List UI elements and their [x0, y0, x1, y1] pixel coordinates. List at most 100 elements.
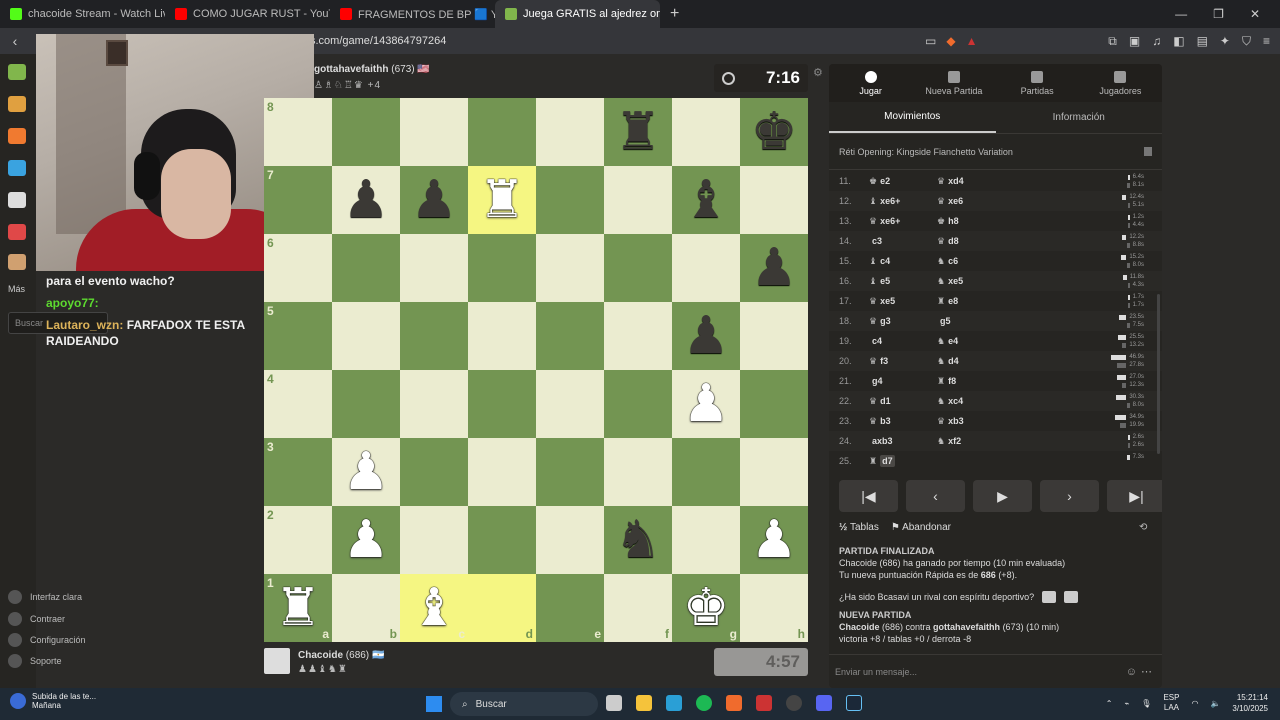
square-h8[interactable]: ♚ — [740, 98, 808, 166]
white-move[interactable]: g4 — [869, 376, 937, 386]
square-a2[interactable]: 2 — [264, 506, 332, 574]
square-d3[interactable] — [468, 438, 536, 506]
cast-icon[interactable]: ▭ — [925, 34, 936, 48]
music-icon[interactable]: ♫ — [1152, 34, 1161, 49]
black-pawn[interactable]: ♟ — [683, 310, 730, 362]
square-h7[interactable] — [740, 166, 808, 234]
last-move-button[interactable]: ▶| — [1107, 480, 1162, 512]
url-field[interactable]: s.com/game/143864797264 — [310, 35, 446, 47]
sidebar-icon[interactable]: ◧ — [1173, 34, 1184, 49]
square-g3[interactable] — [672, 438, 740, 506]
move-list-scrollbar[interactable] — [1157, 294, 1160, 454]
white-move[interactable]: ♛ f3 — [869, 356, 937, 367]
square-d8[interactable] — [468, 98, 536, 166]
opponent-name[interactable]: gottahavefaithh — [314, 64, 388, 75]
brave-icon[interactable] — [726, 695, 742, 711]
play-icon[interactable] — [8, 96, 26, 112]
square-b7[interactable]: ♟ — [332, 166, 400, 234]
black-pawn[interactable]: ♟ — [751, 242, 798, 294]
bing-icon[interactable] — [666, 695, 682, 711]
white-king[interactable]: ♚ — [683, 582, 730, 634]
thumbs-up-icon[interactable] — [1042, 591, 1057, 603]
leo-icon[interactable]: ✦ — [1220, 34, 1230, 49]
emoji-icon[interactable]: ☺⋯ — [1126, 665, 1156, 678]
square-g2[interactable] — [672, 506, 740, 574]
windows-start-icon[interactable] — [426, 696, 442, 712]
white-rook[interactable]: ♜ — [479, 174, 526, 226]
rewards-icon[interactable]: ▲ — [966, 34, 978, 48]
square-e5[interactable] — [536, 302, 604, 370]
square-e6[interactable] — [536, 234, 604, 302]
square-a7[interactable]: 7 — [264, 166, 332, 234]
resign-button[interactable]: ⚑ Abandonar — [891, 522, 951, 533]
watch-icon[interactable] — [8, 192, 26, 208]
black-pawn[interactable]: ♟ — [343, 174, 390, 226]
learn-icon[interactable] — [8, 160, 26, 176]
browser-tab-4[interactable]: Juega GRATIS al ajedrez online -✕ — [495, 0, 660, 28]
square-f8[interactable]: ♜ — [604, 98, 672, 166]
weather-widget[interactable]: Subida de las te... Mañana — [10, 692, 96, 710]
black-move[interactable]: ♞ d4 — [937, 356, 1037, 367]
square-f6[interactable] — [604, 234, 672, 302]
browser-tab-2[interactable]: COMO JUGAR RUST - YouTube — [165, 0, 330, 28]
square-b5[interactable] — [332, 302, 400, 370]
chess-logo-icon[interactable] — [8, 64, 26, 80]
white-move[interactable]: ♛ g3 — [869, 316, 937, 327]
browser-tab-1[interactable]: chacoide Stream - Watch Live on — [0, 0, 165, 28]
square-a1[interactable]: 1 a ♜ — [264, 574, 332, 642]
sidebar-light-mode[interactable]: Interfaz clara — [8, 590, 82, 604]
board-settings-icon[interactable]: ⚙ — [813, 66, 823, 79]
tab-nueva-partida[interactable]: Nueva Partida — [912, 64, 995, 102]
black-move[interactable]: ♛ xe6 — [937, 196, 1037, 207]
black-move[interactable]: ♞ xe5 — [937, 276, 1037, 287]
square-e7[interactable] — [536, 166, 604, 234]
thumbs-down-icon[interactable] — [1064, 591, 1079, 603]
player-name[interactable]: Chacoide — [298, 650, 343, 661]
black-move[interactable]: ♚ h8 — [937, 216, 1037, 227]
tab-jugar[interactable]: Jugar — [829, 64, 912, 102]
black-move[interactable]: g5 — [937, 316, 1037, 326]
white-move[interactable]: ♛ xe5 — [869, 296, 937, 307]
volume-icon[interactable]: 🔈 — [1210, 699, 1220, 708]
square-b3[interactable]: ♟ — [332, 438, 400, 506]
square-d2[interactable] — [468, 506, 536, 574]
black-move[interactable] — [937, 456, 1037, 466]
square-f5[interactable] — [604, 302, 672, 370]
square-g5[interactable]: ♟ — [672, 302, 740, 370]
square-h4[interactable] — [740, 370, 808, 438]
language-indicator[interactable]: ESP LAA — [1163, 693, 1179, 713]
square-b1[interactable]: b — [332, 574, 400, 642]
square-h5[interactable] — [740, 302, 808, 370]
first-move-button[interactable]: |◀ — [839, 480, 898, 512]
square-c1[interactable]: c ♝ — [400, 574, 468, 642]
white-pawn[interactable]: ♟ — [343, 446, 390, 498]
subtab-informacion[interactable]: Información — [996, 102, 1163, 133]
square-a4[interactable]: 4 — [264, 370, 332, 438]
square-c6[interactable] — [400, 234, 468, 302]
white-move[interactable]: ♚ e2 — [869, 176, 937, 187]
tab-partidas[interactable]: Partidas — [996, 64, 1079, 102]
tab-jugadores[interactable]: Jugadores — [1079, 64, 1162, 102]
extensions-icon[interactable]: ⧉ — [1108, 34, 1117, 49]
square-f2[interactable]: ♞ — [604, 506, 672, 574]
black-knight[interactable]: ♞ — [615, 514, 662, 566]
play-button[interactable]: ▶ — [973, 480, 1032, 512]
square-e1[interactable]: e — [536, 574, 604, 642]
square-d5[interactable] — [468, 302, 536, 370]
square-c3[interactable] — [400, 438, 468, 506]
square-d6[interactable] — [468, 234, 536, 302]
white-move[interactable]: axb3 — [869, 436, 937, 446]
black-move[interactable]: ♞ xf2 — [937, 436, 1037, 447]
clock[interactable]: 15:21:14 3/10/2025 — [1232, 692, 1268, 714]
social-icon[interactable] — [8, 254, 26, 270]
task-view-icon[interactable] — [606, 695, 622, 711]
square-c7[interactable]: ♟ — [400, 166, 468, 234]
square-g7[interactable]: ♝ — [672, 166, 740, 234]
minimize-icon[interactable]: — — [1175, 7, 1187, 21]
white-move[interactable]: ♜ d7 — [869, 454, 937, 467]
app-icon[interactable] — [756, 695, 772, 711]
black-move[interactable]: ♞ xc4 — [937, 396, 1037, 407]
square-h6[interactable]: ♟ — [740, 234, 808, 302]
square-h1[interactable]: h — [740, 574, 808, 642]
message-input[interactable]: Enviar un mensaje... ☺⋯ — [829, 654, 1162, 688]
